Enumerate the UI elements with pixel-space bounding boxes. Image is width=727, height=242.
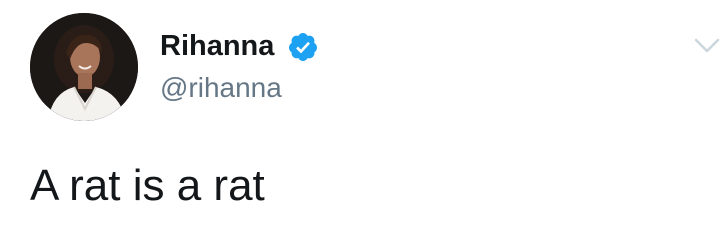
verified-badge-icon bbox=[288, 33, 317, 61]
avatar[interactable] bbox=[30, 13, 138, 121]
avatar-photo bbox=[30, 13, 138, 121]
display-name[interactable]: Rihanna bbox=[160, 29, 274, 63]
user-handle[interactable]: @rihanna bbox=[160, 72, 282, 104]
chevron-down-icon[interactable] bbox=[694, 36, 720, 56]
tweet-text: A rat is a rat bbox=[30, 161, 265, 210]
